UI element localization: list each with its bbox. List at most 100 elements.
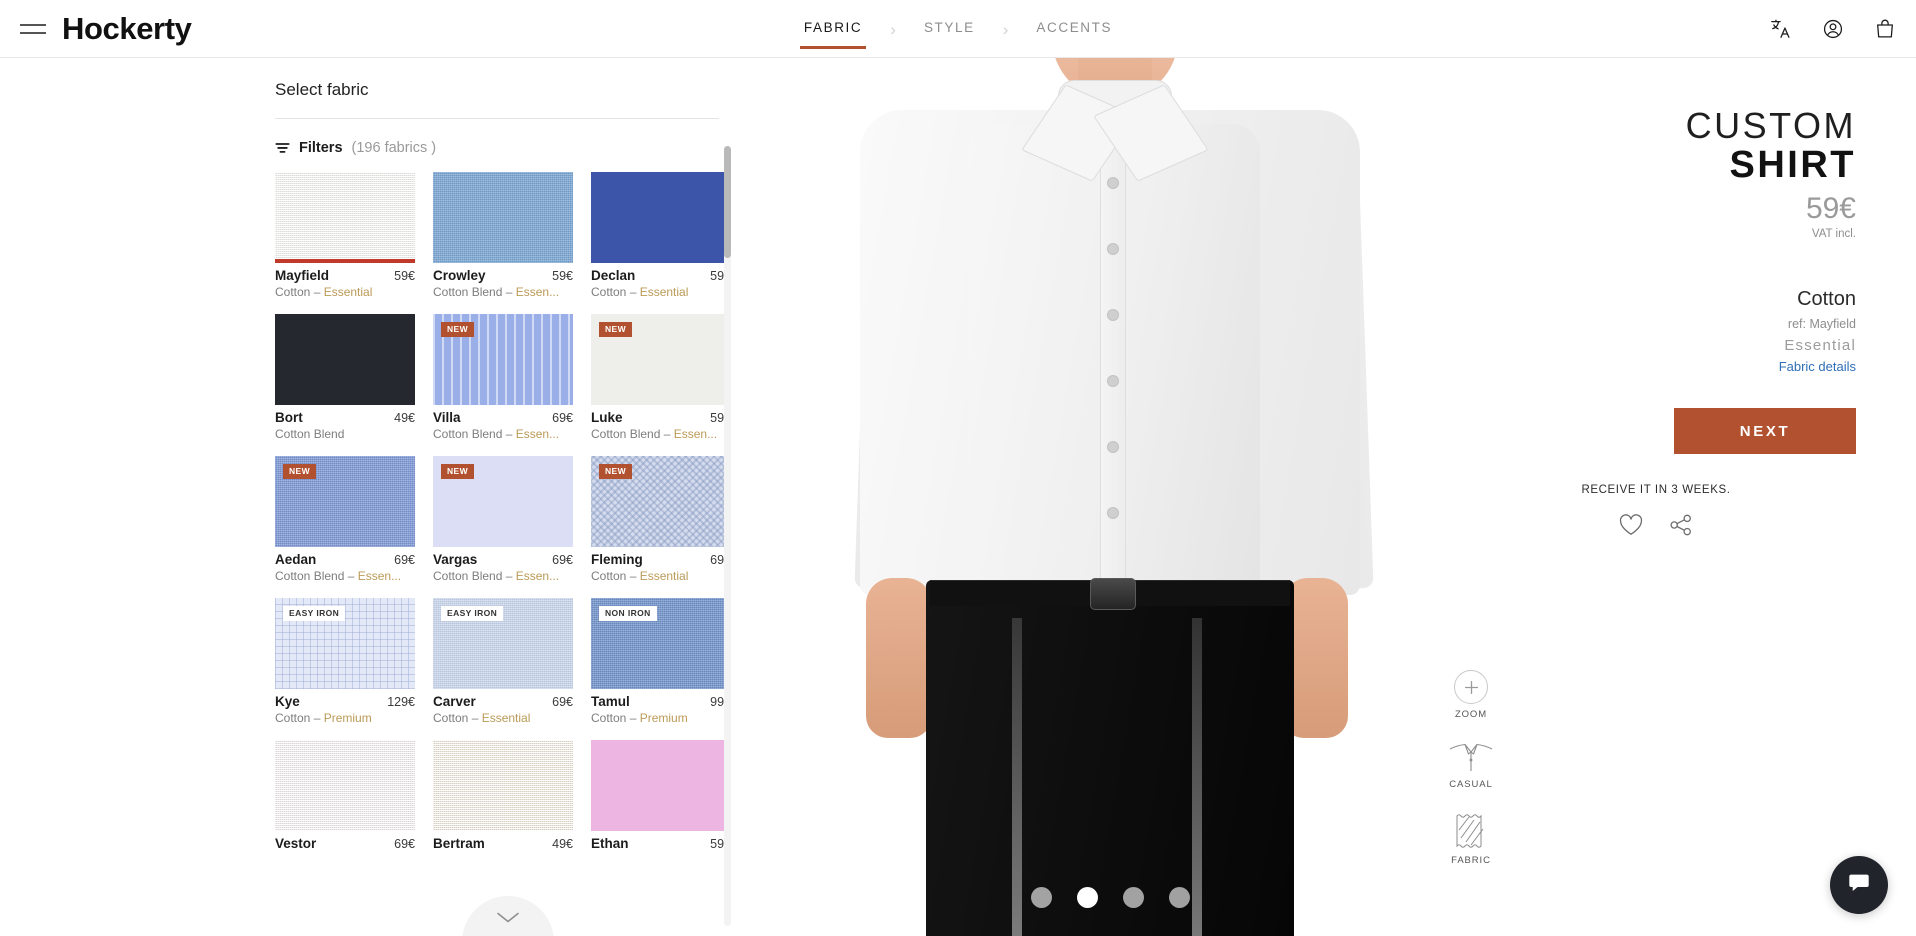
fabric-swatch[interactable]: EASY IRON xyxy=(275,598,415,689)
account-icon[interactable] xyxy=(1822,18,1844,40)
zoom-plus-icon xyxy=(1454,670,1488,704)
hamburger-menu-icon[interactable] xyxy=(20,20,46,38)
fabric-name-row: Ethan 59€ xyxy=(591,836,731,851)
fabric-tool[interactable]: FABRIC xyxy=(1451,812,1491,866)
fabric-card-crowley[interactable]: Crowley 59€ Cotton Blend – Essen... xyxy=(433,172,573,299)
fabric-card-villa[interactable]: NEW Villa 69€ Cotton Blend – Essen... xyxy=(433,314,573,441)
fabric-swatch[interactable]: NEW xyxy=(433,314,573,405)
fabric-swatch[interactable]: NEW xyxy=(433,456,573,547)
site-header: Hockerty FABRIC › STYLE › ACCENTS xyxy=(0,0,1916,58)
vat-note: VAT incl. xyxy=(1811,228,1856,241)
filters-button[interactable]: Filters (196 fabrics ) xyxy=(275,119,740,172)
fabric-swatch[interactable]: NEW xyxy=(591,456,731,547)
fabric-swatch[interactable] xyxy=(433,740,573,831)
zoom-tool[interactable]: ZOOM xyxy=(1454,670,1488,720)
fabric-card-bort[interactable]: Bort 49€ Cotton Blend xyxy=(275,314,415,441)
model-trousers xyxy=(926,580,1294,936)
carousel-dot-2[interactable] xyxy=(1076,887,1098,908)
fabric-list-scrollbar-thumb[interactable] xyxy=(724,146,731,258)
fabric-card-carver[interactable]: EASY IRON Carver 69€ Cotton – Essential xyxy=(433,598,573,725)
fabric-card-mayfield[interactable]: Mayfield 59€ Cotton – Essential xyxy=(275,172,415,299)
fabric-description: Cotton Blend xyxy=(275,427,345,441)
fabric-name-row: Kye 129€ xyxy=(275,694,415,709)
fabric-name-row: Declan 59€ xyxy=(591,268,731,283)
model-hand-left xyxy=(866,578,932,738)
language-icon[interactable] xyxy=(1770,18,1792,40)
fabric-name: Kye xyxy=(275,694,300,709)
fit-tool[interactable]: CASUAL xyxy=(1448,742,1494,790)
fabric-swatch[interactable]: NEW xyxy=(591,314,731,405)
fabric-price: 69€ xyxy=(552,411,573,425)
fabric-price: 129€ xyxy=(387,695,415,709)
fabric-tier: Premium xyxy=(639,711,688,725)
fabric-name-row: Tamul 99€ xyxy=(591,694,731,709)
share-icon[interactable] xyxy=(1669,514,1693,536)
fabric-price: 49€ xyxy=(552,837,573,851)
fabric-swatch[interactable] xyxy=(433,172,573,263)
iron-badge: NON IRON xyxy=(599,606,657,622)
fabric-swatch[interactable]: NON IRON xyxy=(591,598,731,689)
fabric-card-declan[interactable]: Declan 59€ Cotton – Essential xyxy=(591,172,731,299)
selected-fabric-reference: ref: Mayfield xyxy=(1787,317,1856,332)
fabric-card-vargas[interactable]: NEW Vargas 69€ Cotton Blend – Essen... xyxy=(433,456,573,583)
step-separator-2: › xyxy=(1002,19,1009,39)
filters-label: Filters xyxy=(299,140,343,156)
fabric-swatch[interactable] xyxy=(591,172,731,263)
fabric-card-vestor[interactable]: Vestor 69€ xyxy=(275,740,415,853)
shirt-button xyxy=(1108,310,1118,320)
fabric-card-aedan[interactable]: NEW Aedan 69€ Cotton Blend – Essen... xyxy=(275,456,415,583)
fabric-card-bertram[interactable]: Bertram 49€ xyxy=(433,740,573,853)
tab-style[interactable]: STYLE xyxy=(918,10,981,49)
carousel-dot-1[interactable] xyxy=(1030,887,1052,908)
product-price: 59€ xyxy=(1805,192,1856,226)
brand-logo[interactable]: Hockerty xyxy=(62,13,192,44)
cart-icon[interactable] xyxy=(1874,18,1896,40)
tab-accents[interactable]: ACCENTS xyxy=(1030,10,1118,49)
fabric-name: Bertram xyxy=(433,836,485,851)
fabric-tier: Essen... xyxy=(357,569,402,583)
carousel-dot-4[interactable] xyxy=(1168,887,1190,908)
fabric-name: Villa xyxy=(433,410,461,425)
scroll-more-button[interactable] xyxy=(461,896,554,936)
carousel-dot-3[interactable] xyxy=(1122,887,1144,908)
fabric-swatch[interactable] xyxy=(275,314,415,405)
fabric-price: 69€ xyxy=(394,837,415,851)
filters-count: (196 fabrics ) xyxy=(351,140,437,156)
fabric-card-ethan[interactable]: Ethan 59€ xyxy=(591,740,731,853)
fabric-price: 59€ xyxy=(394,269,415,283)
fabric-name-row: Carver 69€ xyxy=(433,694,573,709)
fabric-swatch[interactable] xyxy=(275,740,415,831)
product-actions xyxy=(1480,514,1856,536)
fabric-price: 49€ xyxy=(394,411,415,425)
fabric-name: Declan xyxy=(591,268,636,283)
fabric-list-scrollbar[interactable] xyxy=(724,146,731,926)
chat-button[interactable] xyxy=(1830,856,1888,914)
fabric-grid: Mayfield 59€ Cotton – Essential Crowley 59€ C… xyxy=(275,172,731,853)
shirt-preview[interactable] xyxy=(740,58,1480,936)
fabric-details-link[interactable]: Fabric details xyxy=(1779,359,1856,374)
fabric-swatch[interactable]: NEW xyxy=(275,456,415,547)
fabric-swatch[interactable] xyxy=(591,740,731,831)
fabric-card-luke[interactable]: NEW Luke 59€ Cotton Blend – Essen... xyxy=(591,314,731,441)
selected-fabric-tier: Essential xyxy=(1784,337,1856,355)
shirt-button xyxy=(1108,442,1118,452)
collar-icon xyxy=(1448,742,1494,774)
fabric-card-tamul[interactable]: NON IRON Tamul 99€ Cotton – Premium xyxy=(591,598,731,725)
tab-fabric[interactable]: FABRIC xyxy=(798,10,868,49)
shirt-button xyxy=(1108,376,1118,386)
new-badge: NEW xyxy=(283,464,317,480)
fabric-tier: Essen... xyxy=(515,285,560,299)
header-icon-group xyxy=(1770,0,1896,58)
favorite-icon[interactable] xyxy=(1619,514,1643,536)
fabric-swatch[interactable] xyxy=(275,172,415,263)
fabric-swatch[interactable]: EASY IRON xyxy=(433,598,573,689)
fabric-description: Cotton Blend – Essen... xyxy=(591,427,718,441)
fabric-selection-panel: Select fabric Filters (196 fabrics ) May… xyxy=(0,58,740,936)
fabric-card-fleming[interactable]: NEW Fleming 69€ Cotton – Essential xyxy=(591,456,731,583)
fabric-name-row: Crowley 59€ xyxy=(433,268,573,283)
next-button[interactable]: NEXT xyxy=(1674,408,1856,455)
fabric-tier: Essential xyxy=(639,285,689,299)
fabric-tier: Essen... xyxy=(515,569,560,583)
fabric-card-kye[interactable]: EASY IRON Kye 129€ Cotton – Premium xyxy=(275,598,415,725)
fabric-description: Cotton Blend – Essen... xyxy=(275,569,402,583)
